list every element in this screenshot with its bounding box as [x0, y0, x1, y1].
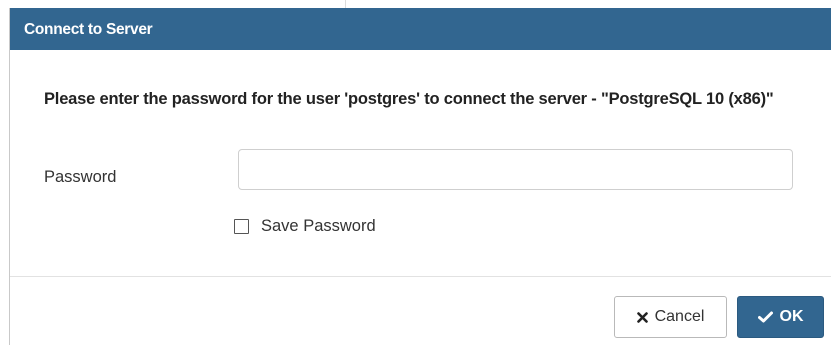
connect-dialog: Connect to Server Please enter the passw… — [9, 8, 831, 345]
dialog-titlebar[interactable]: Connect to Server — [10, 8, 831, 50]
dialog-footer: Cancel OK — [10, 276, 831, 345]
ok-button-label: OK — [779, 308, 804, 325]
password-prompt-message: Please enter the password for the user '… — [44, 90, 774, 108]
save-password-label[interactable]: Save Password — [261, 215, 376, 237]
save-password-checkbox[interactable] — [234, 218, 249, 234]
cancel-button-label: Cancel — [654, 308, 705, 325]
checkmark-icon — [757, 311, 773, 323]
backdrop-divider — [345, 0, 346, 8]
password-label: Password — [44, 168, 117, 186]
password-field[interactable] — [238, 149, 793, 190]
ok-button[interactable]: OK — [737, 296, 824, 338]
dialog-title: Connect to Server — [24, 21, 153, 38]
close-icon — [636, 311, 648, 323]
save-password-option[interactable]: Save Password — [234, 214, 376, 238]
cancel-button[interactable]: Cancel — [614, 296, 727, 338]
